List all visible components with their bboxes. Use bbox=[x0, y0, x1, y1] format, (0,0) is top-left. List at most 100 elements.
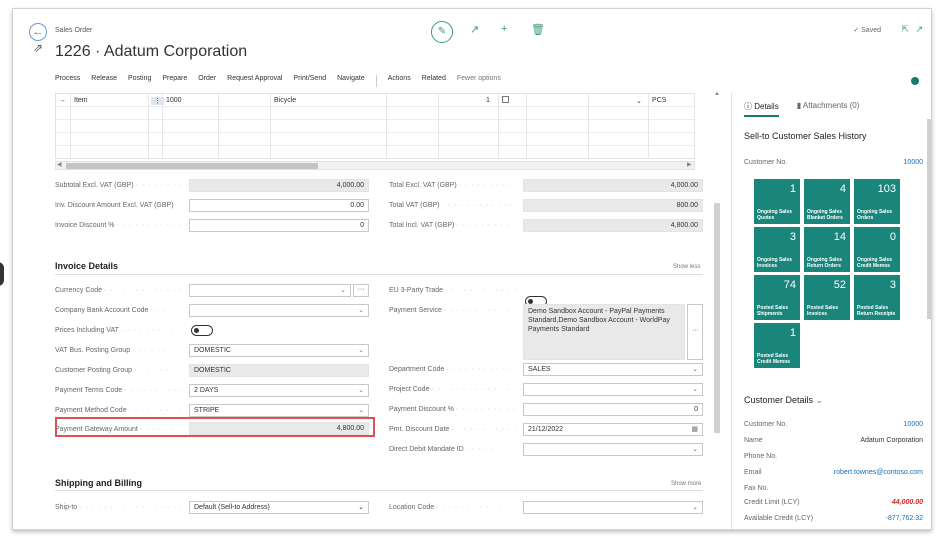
action-fewer-options[interactable]: Fewer options bbox=[457, 75, 501, 89]
table-row[interactable] bbox=[56, 107, 694, 120]
action-navigate[interactable]: Navigate bbox=[337, 75, 365, 89]
tab-details[interactable]: ⓘ Details bbox=[744, 101, 779, 117]
grid-col-divider bbox=[648, 94, 649, 158]
scroll-right-icon[interactable]: ▶ bbox=[687, 161, 692, 168]
cue-tile[interactable]: 1 Ongoing Sales Quotes bbox=[754, 179, 800, 224]
cue-tile[interactable]: 3 Posted Sales Return Receipts bbox=[854, 275, 900, 320]
inv-discount-amount-label: Inv. Discount Amount Excl. VAT (GBP) bbox=[55, 202, 174, 209]
action-request-approval[interactable]: Request Approval bbox=[227, 75, 282, 89]
currency-code-select[interactable]: ⌄ bbox=[189, 284, 351, 297]
table-row[interactable] bbox=[56, 120, 694, 133]
direct-debit-mandate-select[interactable]: ⌄ bbox=[523, 443, 703, 456]
pane-scrollbar-thumb[interactable] bbox=[927, 119, 931, 319]
cue-tile[interactable]: 1 Posted Sales Credit Memos bbox=[754, 323, 800, 368]
ship-to-select[interactable]: Default (Sell-to Address) ⌄ bbox=[189, 501, 369, 514]
chevron-down-icon: ⌄ bbox=[692, 366, 698, 373]
subtotal-value: 4,000.00 bbox=[189, 179, 369, 192]
cue-tile-value: 3 bbox=[889, 279, 896, 291]
currency-lookup-button[interactable]: ··· bbox=[353, 284, 369, 297]
expand-icon[interactable]: ↗ bbox=[915, 24, 923, 35]
payment-discount-pct-field[interactable]: 0 bbox=[523, 403, 703, 416]
cue-tile[interactable]: 52 Posted Sales Invoices bbox=[804, 275, 850, 320]
grid-col-divider bbox=[70, 94, 71, 158]
cue-tile[interactable]: 0 Ongoing Sales Credit Memos bbox=[854, 227, 900, 272]
cue-tile-value: 52 bbox=[833, 279, 846, 291]
scrollbar-thumb[interactable] bbox=[714, 203, 720, 433]
cue-tile-value: 103 bbox=[877, 183, 896, 195]
history-customer-no-value[interactable]: 10000 bbox=[904, 159, 923, 166]
edit-pencil-icon[interactable]: ✎ bbox=[431, 21, 453, 43]
chevron-down-icon: ⌄ bbox=[358, 347, 364, 354]
show-more-link[interactable]: Show more bbox=[671, 481, 701, 487]
scroll-up-icon[interactable]: ▲ bbox=[714, 91, 720, 97]
tab-attachments[interactable]: ▮ Attachments (0) bbox=[797, 101, 860, 117]
project-code-select[interactable]: ⌄ bbox=[523, 383, 703, 396]
total-incl-vat-value: 4,800.00 bbox=[523, 219, 703, 232]
cue-tile-value: 1 bbox=[789, 183, 796, 195]
show-less-link[interactable]: Show less bbox=[673, 264, 700, 270]
horizontal-scrollbar[interactable] bbox=[55, 161, 695, 170]
cd-email-value[interactable]: robert.townes@contoso.com bbox=[834, 469, 923, 476]
department-code-label: Department Code · · · · · · · · · · · bbox=[389, 366, 513, 373]
page-window: ← Sales Order ⇗ 1226 · Adatum Corporatio… bbox=[12, 8, 932, 530]
line-type-cell[interactable]: Item bbox=[74, 97, 88, 104]
cue-tile[interactable]: 74 Posted Sales Shipments bbox=[754, 275, 800, 320]
add-icon[interactable]: + bbox=[501, 23, 507, 35]
action-release[interactable]: Release bbox=[91, 75, 117, 89]
cd-available-credit-value[interactable]: -877,762.32 bbox=[886, 515, 923, 522]
divider bbox=[375, 75, 377, 87]
cd-available-credit-label: Available Credit (LCY) bbox=[744, 515, 814, 522]
back-arrow-icon[interactable]: ← bbox=[29, 23, 47, 41]
prices-incl-vat-toggle[interactable] bbox=[191, 325, 213, 336]
sales-history-title[interactable]: Sell-to Customer Sales History bbox=[744, 131, 867, 141]
payment-service-label: Payment Service · · · · · · · · · · · · bbox=[389, 307, 517, 314]
pmt-discount-date-field[interactable]: 21/12/2022 ▦ bbox=[523, 423, 703, 436]
cue-tile[interactable]: 3 Ongoing Sales Invoices bbox=[754, 227, 800, 272]
action-print-send[interactable]: Print/Send bbox=[293, 75, 326, 89]
total-excl-vat-label: Total Excl. VAT (GBP) · · · · · · · · · bbox=[389, 182, 513, 189]
scroll-left-icon[interactable]: ◀ bbox=[57, 161, 62, 168]
delete-icon[interactable]: 🗑 bbox=[531, 23, 545, 36]
line-uom-cell[interactable]: PCS bbox=[652, 97, 666, 104]
cue-tile[interactable]: 4 Ongoing Sales Blanket Orders bbox=[804, 179, 850, 224]
side-arrow-handle[interactable] bbox=[0, 262, 4, 286]
invoice-discount-pct-field[interactable]: 0 bbox=[189, 219, 369, 232]
page-title: 1226 · Adatum Corporation bbox=[55, 43, 248, 60]
open-new-window-icon[interactable]: ⇱ bbox=[901, 24, 909, 35]
row-menu-icon[interactable]: ⋮ bbox=[151, 97, 164, 105]
location-code-select[interactable]: ⌄ bbox=[523, 501, 703, 514]
share-icon[interactable]: ↗ bbox=[470, 23, 479, 36]
table-row[interactable] bbox=[56, 133, 694, 146]
line-description-cell[interactable]: Bicycle bbox=[274, 97, 296, 104]
vat-bus-posting-group-select[interactable]: DOMESTIC ⌄ bbox=[189, 344, 369, 357]
calendar-icon[interactable]: ▦ bbox=[691, 425, 698, 433]
cue-tile[interactable]: 14 Ongoing Sales Return Orders bbox=[804, 227, 850, 272]
line-checkbox[interactable] bbox=[502, 96, 509, 103]
line-quantity-cell[interactable]: 1 bbox=[486, 97, 490, 104]
action-prepare[interactable]: Prepare bbox=[162, 75, 187, 89]
action-order[interactable]: Order bbox=[198, 75, 216, 89]
pmt-discount-date-label: Pmt. Discount Date · · · · · · · · · · · bbox=[389, 426, 518, 433]
line-no-cell[interactable]: 1000 bbox=[166, 97, 182, 104]
dropdown-chevron-icon[interactable]: ⌄ bbox=[636, 97, 642, 105]
customer-details-title[interactable]: Customer Details ⌄ bbox=[744, 395, 823, 406]
action-posting[interactable]: Posting bbox=[128, 75, 151, 89]
invoice-details-heading[interactable]: Invoice Details bbox=[55, 261, 118, 271]
total-incl-vat-label: Total Incl. VAT (GBP) · · · · · · · · · bbox=[389, 222, 510, 229]
shipping-billing-heading[interactable]: Shipping and Billing bbox=[55, 478, 142, 488]
subtotal-label: Subtotal Excl. VAT (GBP) · · · · · · · ·… bbox=[55, 182, 190, 189]
action-process[interactable]: Process bbox=[55, 75, 80, 89]
action-related[interactable]: Related bbox=[422, 75, 446, 89]
total-vat-value: 800.00 bbox=[523, 199, 703, 212]
cue-tile[interactable]: 103 Ongoing Sales Orders bbox=[854, 179, 900, 224]
company-bank-account-select[interactable]: ⌄ bbox=[189, 304, 369, 317]
department-code-select[interactable]: SALES ⌄ bbox=[523, 363, 703, 376]
scrollbar-thumb[interactable] bbox=[66, 163, 318, 169]
inv-discount-amount-field[interactable]: 0.00 bbox=[189, 199, 369, 212]
payment-method-code-select[interactable]: STRIPE ⌄ bbox=[189, 404, 369, 417]
vertical-scrollbar[interactable]: ▲ bbox=[713, 91, 721, 433]
cd-customer-no-value[interactable]: 10000 bbox=[904, 421, 923, 428]
payment-service-lookup-button[interactable]: ··· bbox=[687, 304, 703, 360]
payment-terms-code-select[interactable]: 2 DAYS ⌄ bbox=[189, 384, 369, 397]
action-actions[interactable]: Actions bbox=[388, 75, 411, 89]
